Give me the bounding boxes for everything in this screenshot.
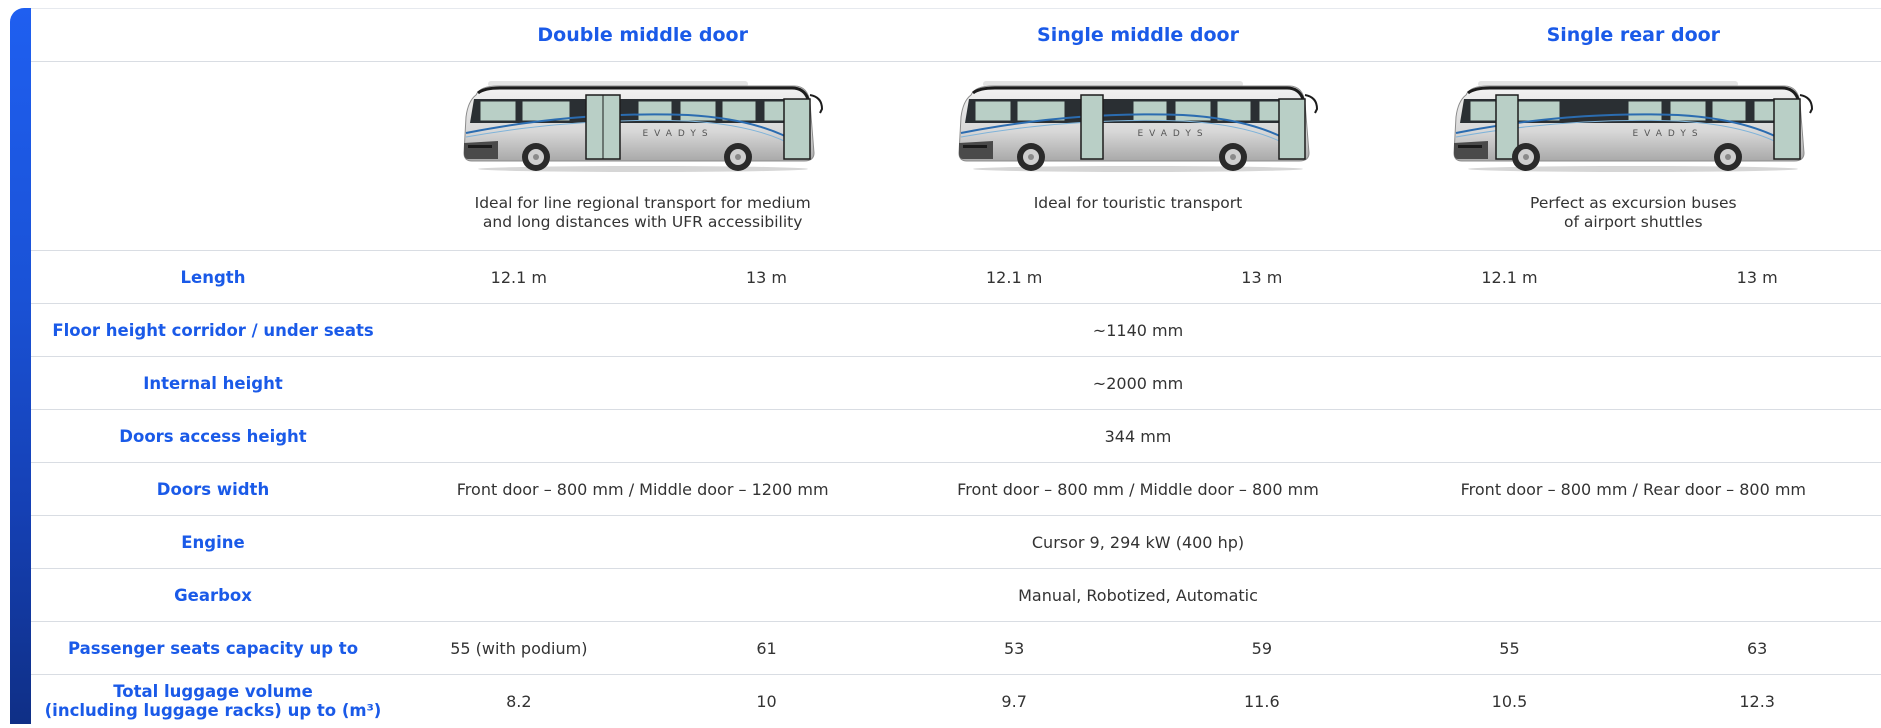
spec-value: 12.1 m: [1385, 250, 1634, 304]
spec-value: Manual, Robotized, Automatic: [395, 568, 1881, 622]
spec-value: 55 (with podium): [395, 621, 643, 675]
bus-description-line: Ideal for touristic transport: [1033, 194, 1243, 212]
spec-value: 344 mm: [395, 409, 1881, 463]
spec-value: 55: [1385, 621, 1634, 675]
spec-value: 13 m: [1633, 250, 1881, 304]
spec-label-doors-width: Doors width: [31, 462, 395, 516]
spec-value: 12.1 m: [395, 250, 643, 304]
bus-illustration: EVADYS: [463, 81, 823, 172]
spec-label-floor-height: Floor height corridor / under seats: [31, 303, 395, 357]
spec-value: 63: [1633, 621, 1881, 675]
spec-value: Front door – 800 mm / Middle door – 800 …: [890, 462, 1386, 516]
bus-description: Ideal for touristic transport: [890, 194, 1385, 213]
spec-value: Front door – 800 mm / Rear door – 800 mm: [1385, 462, 1881, 516]
spec-value: Front door – 800 mm / Middle door – 1200…: [395, 462, 891, 516]
spec-label-line: (including luggage racks) up to (m³): [44, 701, 382, 721]
bus-image-row: EVADYS Ideal for line regional transport…: [31, 61, 1881, 251]
spec-value: ~1140 mm: [395, 303, 1881, 357]
bus-door: [782, 98, 811, 160]
spec-value: 53: [890, 621, 1138, 675]
spec-value: 12.3: [1633, 674, 1881, 728]
bus-cell-double-middle: EVADYS Ideal for line regional transport…: [395, 61, 891, 251]
spec-row-doors-access-height: Doors access height 344 mm: [31, 409, 1881, 463]
spec-label-gearbox: Gearbox: [31, 568, 395, 622]
bus-door: [1080, 94, 1104, 160]
bus-description: Perfect as excursion buses of airport sh…: [1386, 194, 1881, 232]
spec-value: 10.5: [1385, 674, 1634, 728]
spec-label-seats: Passenger seats capacity up to: [31, 621, 395, 675]
spec-row-doors-width: Doors width Front door – 800 mm / Middle…: [31, 462, 1881, 516]
bus-description-line: Perfect as excursion buses: [1530, 194, 1737, 212]
empty-label-cell: [31, 61, 395, 251]
spec-value: 8.2: [395, 674, 643, 728]
bus-door: [1278, 98, 1306, 160]
spec-value: 13 m: [642, 250, 891, 304]
spec-label-engine: Engine: [31, 515, 395, 569]
variant-title-double-middle: Double middle door: [395, 8, 891, 62]
spec-value: ~2000 mm: [395, 356, 1881, 410]
bus-logo-text: EVADYS: [642, 129, 713, 139]
spec-value: 9.7: [890, 674, 1138, 728]
bus-illustration: EVADYS: [1453, 81, 1814, 172]
bus-description: Ideal for line regional transport for me…: [395, 194, 890, 232]
empty-corner-cell: [31, 8, 395, 62]
bus-cell-single-rear: EVADYS Perfect as excursion buses of air…: [1385, 61, 1881, 251]
spec-label-length: Length: [31, 250, 395, 304]
spec-row-internal-height: Internal height ~2000 mm: [31, 356, 1881, 410]
spec-row-seats: Passenger seats capacity up to 55 (with …: [31, 621, 1881, 675]
spec-table: Double middle door Single middle door Si…: [31, 8, 1881, 728]
spec-label-internal-height: Internal height: [31, 356, 395, 410]
bus-cell-single-middle: EVADYS Ideal for touristic transport: [890, 61, 1386, 251]
spec-label-luggage: Total luggage volume (including luggage …: [31, 674, 395, 728]
spec-row-floor-height: Floor height corridor / under seats ~114…: [31, 303, 1881, 357]
bus-illustration: EVADYS: [958, 81, 1318, 172]
bus-logo-text: EVADYS: [1633, 129, 1704, 139]
spec-value: 59: [1137, 621, 1386, 675]
spec-value: 13 m: [1137, 250, 1386, 304]
spec-row-engine: Engine Cursor 9, 294 kW (400 hp): [31, 515, 1881, 569]
variant-title-single-middle: Single middle door: [890, 8, 1386, 62]
spec-value: 12.1 m: [890, 250, 1138, 304]
variant-header-row: Double middle door Single middle door Si…: [31, 8, 1881, 62]
spec-label-line: Total luggage volume: [113, 682, 313, 702]
bus-description-line: and long distances with UFR accessibilit…: [482, 213, 803, 231]
spec-value: 61: [642, 621, 891, 675]
spec-value: 10: [642, 674, 891, 728]
variant-title-single-rear: Single rear door: [1385, 8, 1881, 62]
bus-logo-text: EVADYS: [1137, 129, 1208, 139]
accent-bar: [10, 8, 31, 724]
bus-door: [1773, 98, 1802, 160]
bus-description-line: Ideal for line regional transport for me…: [474, 194, 811, 212]
spec-value: 11.6: [1137, 674, 1386, 728]
bus-description-line: of airport shuttles: [1564, 213, 1703, 231]
spec-row-gearbox: Gearbox Manual, Robotized, Automatic: [31, 568, 1881, 622]
spec-label-doors-access-height: Doors access height: [31, 409, 395, 463]
spec-row-luggage: Total luggage volume (including luggage …: [31, 674, 1881, 728]
spec-value: Cursor 9, 294 kW (400 hp): [395, 515, 1881, 569]
spec-row-length: Length 12.1 m 13 m 12.1 m 13 m 12.1 m 13…: [31, 250, 1881, 304]
